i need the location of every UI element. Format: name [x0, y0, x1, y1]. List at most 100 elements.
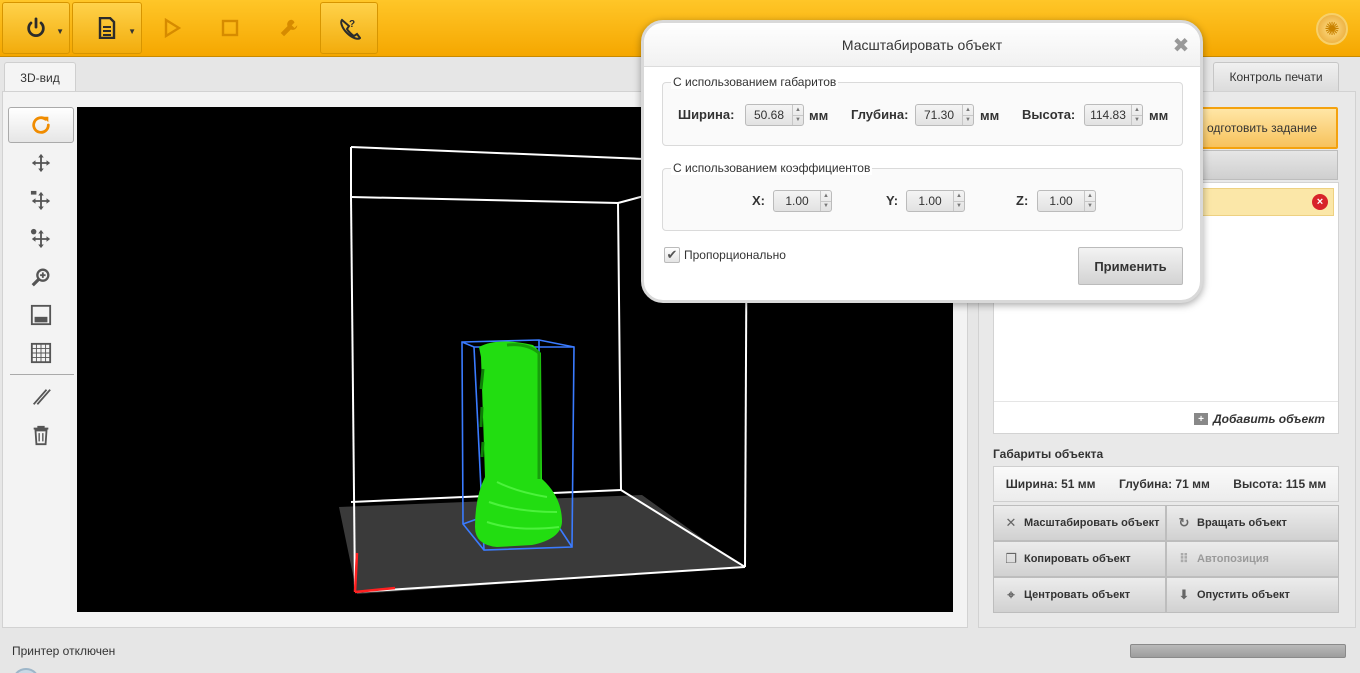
- down-arrow-icon[interactable]: ▼: [821, 200, 831, 212]
- rotate-view-button[interactable]: [8, 107, 74, 143]
- center-object-button[interactable]: ⌖ Центровать объект: [993, 577, 1166, 613]
- up-arrow-icon[interactable]: ▲: [1132, 105, 1142, 115]
- slice-icon: [32, 389, 51, 405]
- center-icon: ⌖: [1007, 587, 1015, 602]
- down-arrow-icon[interactable]: ▼: [1085, 200, 1095, 212]
- height-label: Высота:: [1022, 107, 1076, 122]
- stop-button[interactable]: [201, 2, 259, 54]
- document-icon: [98, 17, 116, 39]
- height-unit: мм: [1149, 108, 1169, 123]
- down-arrow-icon[interactable]: ▼: [954, 200, 964, 212]
- pan-view-button[interactable]: [8, 183, 74, 219]
- top-view-icon: [30, 304, 52, 326]
- dimensions-title: Габариты объекта: [993, 447, 1104, 461]
- width-value: 50.68: [753, 108, 785, 122]
- divider: [10, 374, 74, 375]
- x-stepper[interactable]: ▲ ▼: [820, 191, 831, 211]
- depth-stepper[interactable]: ▲ ▼: [962, 105, 973, 125]
- copy-object-button[interactable]: ❐ Копировать объект: [993, 541, 1166, 577]
- tools-button[interactable]: [259, 2, 319, 54]
- copy-object-label: Копировать объект: [1024, 553, 1131, 565]
- add-icon: +: [1194, 413, 1208, 425]
- down-arrow-icon[interactable]: ▼: [963, 114, 973, 126]
- zoom-icon: [31, 268, 50, 287]
- zoom-button[interactable]: [8, 259, 74, 295]
- wrench-icon: [280, 19, 298, 37]
- add-object-label: Добавить объект: [1213, 412, 1325, 426]
- up-arrow-icon[interactable]: ▲: [954, 191, 964, 201]
- depth-field[interactable]: 71.30 ▲ ▼: [915, 104, 974, 126]
- y-coefficient-field[interactable]: 1.00 ▲ ▼: [906, 190, 965, 212]
- proportional-label: Пропорционально: [684, 248, 786, 262]
- rotate-icon: [32, 116, 50, 134]
- prepare-options-bar[interactable]: [1186, 150, 1338, 180]
- z-value: 1.00: [1049, 194, 1073, 208]
- y-stepper[interactable]: ▲ ▼: [953, 191, 964, 211]
- tab-3d-view[interactable]: 3D-вид: [4, 62, 76, 92]
- depth-value: 71.30: [923, 108, 955, 122]
- dialog-title: Масштабировать объект: [644, 23, 1200, 67]
- grid-icon: [30, 342, 52, 364]
- coefficients-group-legend: С использованием коэффициентов: [671, 161, 873, 175]
- up-arrow-icon[interactable]: ▲: [793, 105, 803, 115]
- up-arrow-icon[interactable]: ▲: [821, 191, 831, 201]
- autoposition-label: Автопозиция: [1197, 553, 1269, 565]
- x-value: 1.00: [785, 194, 809, 208]
- close-icon[interactable]: ✖: [1171, 35, 1191, 57]
- prepare-job-button[interactable]: одготовить задание: [1186, 107, 1338, 149]
- arrow-down-icon: ⬇: [1178, 587, 1190, 602]
- delete-button[interactable]: [8, 417, 74, 453]
- proportional-checkbox[interactable]: ✔: [664, 247, 680, 263]
- autoposition-icon: ⠿: [1178, 551, 1190, 566]
- play-button[interactable]: [143, 2, 201, 54]
- tab-print-control[interactable]: Контроль печати: [1213, 62, 1339, 92]
- dimensions-box: Ширина: 51 мм Глубина: 71 мм Высота: 115…: [993, 466, 1339, 502]
- drop-object-label: Опустить объект: [1197, 589, 1290, 601]
- settings-gear-icon[interactable]: ✺: [1316, 13, 1348, 45]
- drop-object-button[interactable]: ⬇ Опустить объект: [1166, 577, 1339, 613]
- width-field[interactable]: 50.68 ▲ ▼: [745, 104, 804, 126]
- autoposition-button[interactable]: ⠿ Автопозиция: [1166, 541, 1339, 577]
- move-object-button[interactable]: [8, 221, 74, 257]
- copy-icon: ❐: [1005, 551, 1017, 566]
- scale-object-button[interactable]: ✕ Масштабировать объект: [993, 505, 1166, 541]
- power-button[interactable]: ▼: [2, 2, 70, 54]
- move-pan-icon: [30, 190, 51, 211]
- chevron-down-icon[interactable]: ▼: [128, 27, 136, 36]
- height-stepper[interactable]: ▲ ▼: [1131, 105, 1142, 125]
- slice-button[interactable]: [8, 379, 74, 415]
- rotate-object-button[interactable]: ↻ Вращать объект: [1166, 505, 1339, 541]
- move-icon: [31, 153, 51, 173]
- y-value: 1.00: [918, 194, 942, 208]
- progress-bar: [1130, 644, 1346, 658]
- file-button[interactable]: ▼: [72, 2, 142, 54]
- z-stepper[interactable]: ▲ ▼: [1084, 191, 1095, 211]
- x-coefficient-field[interactable]: 1.00 ▲ ▼: [773, 190, 832, 212]
- down-arrow-icon[interactable]: ▼: [793, 114, 803, 126]
- z-label: Z:: [1016, 193, 1029, 208]
- help-button[interactable]: ?: [320, 2, 378, 54]
- delete-icon: [33, 425, 49, 446]
- stop-icon: [221, 19, 239, 37]
- down-arrow-icon[interactable]: ▼: [1132, 114, 1142, 126]
- width-stepper[interactable]: ▲ ▼: [792, 105, 803, 125]
- status-indicator: [12, 668, 40, 673]
- add-object-button[interactable]: + Добавить объект: [1194, 410, 1334, 428]
- width-unit: мм: [809, 108, 829, 123]
- grid-view-button[interactable]: [8, 335, 74, 371]
- height-field[interactable]: 114.83 ▲ ▼: [1084, 104, 1143, 126]
- z-coefficient-field[interactable]: 1.00 ▲ ▼: [1037, 190, 1096, 212]
- remove-object-icon[interactable]: ×: [1312, 194, 1328, 210]
- move-view-button[interactable]: [8, 145, 74, 181]
- rotate-object-label: Вращать объект: [1197, 517, 1287, 529]
- up-arrow-icon[interactable]: ▲: [1085, 191, 1095, 201]
- apply-button[interactable]: Применить: [1078, 247, 1183, 285]
- scale-icon: ✕: [1005, 515, 1017, 530]
- up-arrow-icon[interactable]: ▲: [963, 105, 973, 115]
- divider: [994, 401, 1338, 402]
- dimensions-group-legend: С использованием габаритов: [671, 75, 839, 89]
- top-view-button[interactable]: [8, 297, 74, 333]
- depth-label: Глубина:: [851, 107, 909, 122]
- center-object-label: Центровать объект: [1024, 589, 1131, 601]
- chevron-down-icon[interactable]: ▼: [56, 27, 64, 36]
